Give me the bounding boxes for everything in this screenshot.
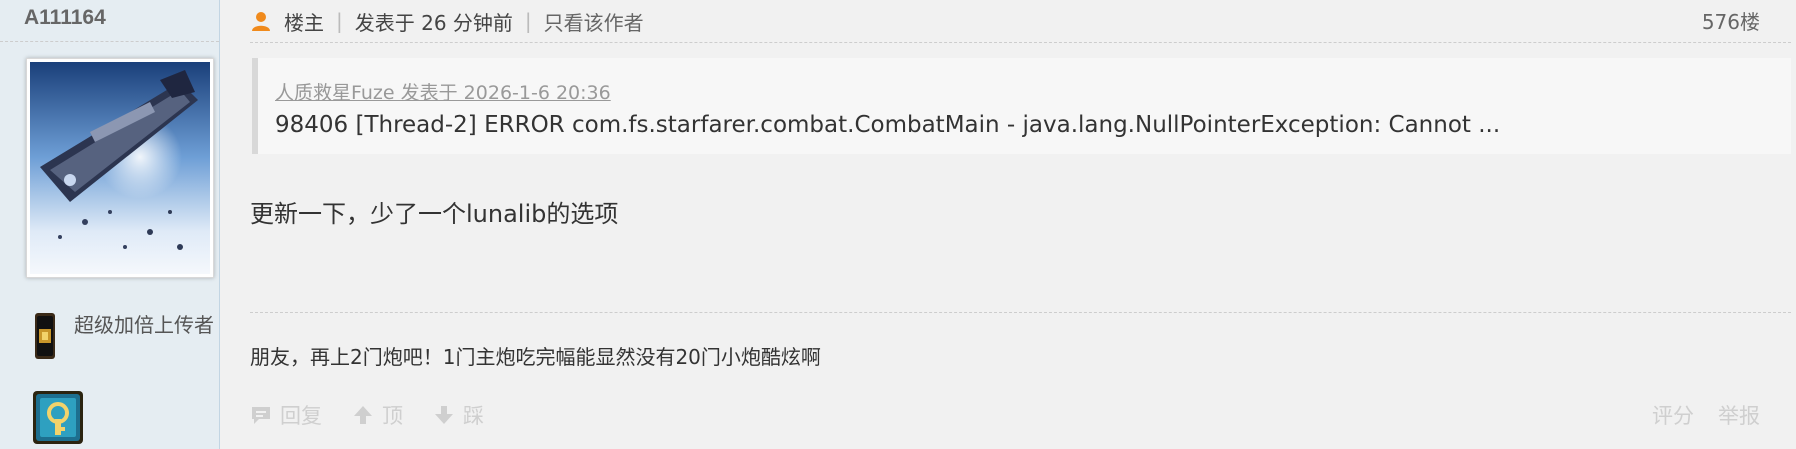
arrow-down-icon: [435, 406, 453, 424]
user-group-label: 超级加倍上传者: [74, 313, 214, 337]
avatar[interactable]: [26, 58, 214, 278]
rate-button[interactable]: 评分: [1652, 400, 1694, 430]
divider: |: [524, 9, 532, 33]
signature: 朋友，再上2门炮吧！1门主炮吃完幅能显然没有20门小炮酷炫啊: [250, 345, 821, 369]
arrow-up-icon: [354, 406, 372, 424]
avatar-image: [30, 62, 210, 274]
badge-icon[interactable]: [33, 391, 83, 444]
medal-icon[interactable]: [33, 313, 57, 359]
post-actions-right: 评分 举报: [1628, 400, 1760, 430]
post-main: 楼主 | 发表于 26 分钟前 | 只看该作者 576楼 人质救星Fuze 发表…: [220, 0, 1796, 449]
comment-icon: [252, 407, 270, 424]
user-icon: [252, 12, 270, 31]
reply-label: 回复: [280, 404, 322, 428]
upvote-label: 顶: [382, 404, 403, 428]
divider: [0, 41, 219, 42]
quote-block: 人质救星Fuze 发表于 2026-1-6 20:36 98406 [Threa…: [252, 58, 1791, 154]
author-sidebar: A111164 超级加倍上传者: [0, 0, 220, 449]
post-body: 更新一下，少了一个lunalib的选项: [250, 200, 619, 228]
post-meta: 楼主 | 发表于 26 分钟前 | 只看该作者: [250, 6, 644, 36]
author-role: 楼主: [284, 10, 324, 35]
divider: [250, 312, 1791, 313]
reply-button[interactable]: 回复: [250, 400, 322, 430]
divider: [250, 42, 1791, 43]
post-time: 发表于 26 分钟前: [354, 10, 513, 35]
only-author-link[interactable]: 只看该作者: [544, 7, 644, 36]
floor-number[interactable]: 576楼: [1702, 6, 1760, 35]
divider: |: [336, 9, 343, 33]
report-button[interactable]: 举报: [1718, 400, 1760, 430]
author-username[interactable]: A111164: [24, 6, 106, 30]
quote-text: 98406 [Thread-2] ERROR com.fs.starfarer.…: [275, 112, 1501, 138]
upvote-button[interactable]: 顶: [352, 400, 403, 430]
downvote-label: 踩: [463, 404, 484, 428]
downvote-button[interactable]: 踩: [433, 400, 484, 430]
quote-source-link[interactable]: 人质救星Fuze 发表于 2026-1-6 20:36: [275, 78, 611, 105]
post-actions: 回复 顶 踩: [250, 400, 514, 430]
